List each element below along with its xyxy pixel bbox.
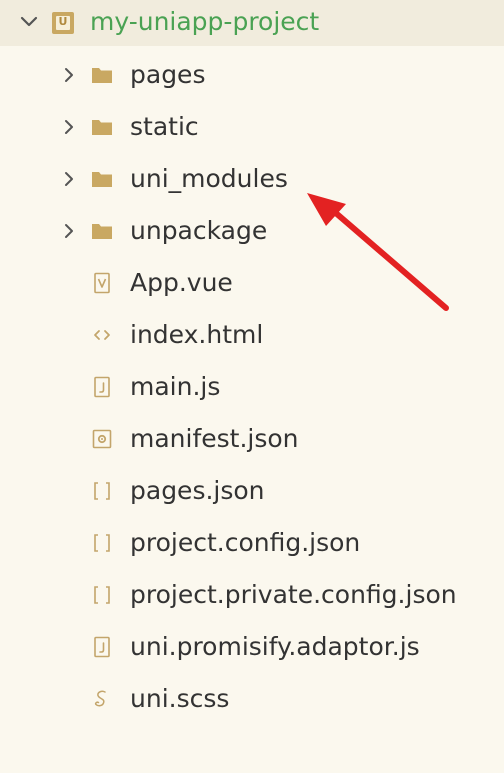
folder-icon	[90, 219, 114, 243]
tree-item-pages[interactable]: pages	[0, 50, 504, 102]
tree-item-index-html[interactable]: index.html	[0, 310, 504, 362]
tree-item-label: manifest.json	[130, 424, 299, 453]
tree-item-static[interactable]: static	[0, 102, 504, 154]
chevron-right-icon[interactable]	[62, 118, 76, 136]
tree-item-label: uni.scss	[130, 684, 230, 713]
json-file-icon	[90, 531, 114, 555]
tree-item-pages-json[interactable]: pages.json	[0, 466, 504, 518]
folder-icon	[90, 115, 114, 139]
tree-item-label: uni.promisify.adaptor.js	[130, 632, 420, 661]
json-file-icon	[90, 583, 114, 607]
tree-item-label: main.js	[130, 372, 221, 401]
js-file-icon	[90, 635, 114, 659]
tree-item-label: project.config.json	[130, 528, 361, 557]
chevron-right-icon[interactable]	[62, 66, 76, 84]
tree-item-uni-promisify-adaptor-js[interactable]: uni.promisify.adaptor.js	[0, 622, 504, 674]
project-name: my-uniapp-project	[90, 7, 320, 36]
tree-item-uni-scss[interactable]: uni.scss	[0, 674, 504, 726]
tree-item-label: pages	[130, 60, 206, 89]
tree-item-uni-modules[interactable]: uni_modules	[0, 154, 504, 206]
chevron-down-icon[interactable]	[20, 15, 38, 29]
tree-item-app-vue[interactable]: App.vue	[0, 258, 504, 310]
manifest-file-icon	[90, 427, 114, 451]
tree-item-label: project.private.config.json	[130, 580, 457, 609]
uniapp-project-icon: U	[52, 12, 74, 34]
vue-file-icon	[90, 271, 114, 295]
tree-item-manifest-json[interactable]: manifest.json	[0, 414, 504, 466]
folder-icon	[90, 63, 114, 87]
html-file-icon	[90, 323, 114, 347]
scss-file-icon	[90, 687, 114, 711]
folder-icon	[90, 167, 114, 191]
tree-item-unpackage[interactable]: unpackage	[0, 206, 504, 258]
json-file-icon	[90, 479, 114, 503]
chevron-right-icon[interactable]	[62, 222, 76, 240]
js-file-icon	[90, 375, 114, 399]
tree-item-main-js[interactable]: main.js	[0, 362, 504, 414]
tree-item-label: index.html	[130, 320, 264, 349]
tree-item-label: pages.json	[130, 476, 265, 505]
file-explorer: U my-uniapp-project pages static uni_modul…	[0, 0, 504, 773]
tree-item-project-private-config-json[interactable]: project.private.config.json	[0, 570, 504, 622]
project-root-row[interactable]: U my-uniapp-project	[0, 0, 504, 46]
tree-item-label: static	[130, 112, 199, 141]
tree-item-project-config-json[interactable]: project.config.json	[0, 518, 504, 570]
tree-item-label: uni_modules	[130, 164, 288, 193]
tree-item-label: App.vue	[130, 268, 233, 297]
chevron-right-icon[interactable]	[62, 170, 76, 188]
tree-item-label: unpackage	[130, 216, 268, 245]
